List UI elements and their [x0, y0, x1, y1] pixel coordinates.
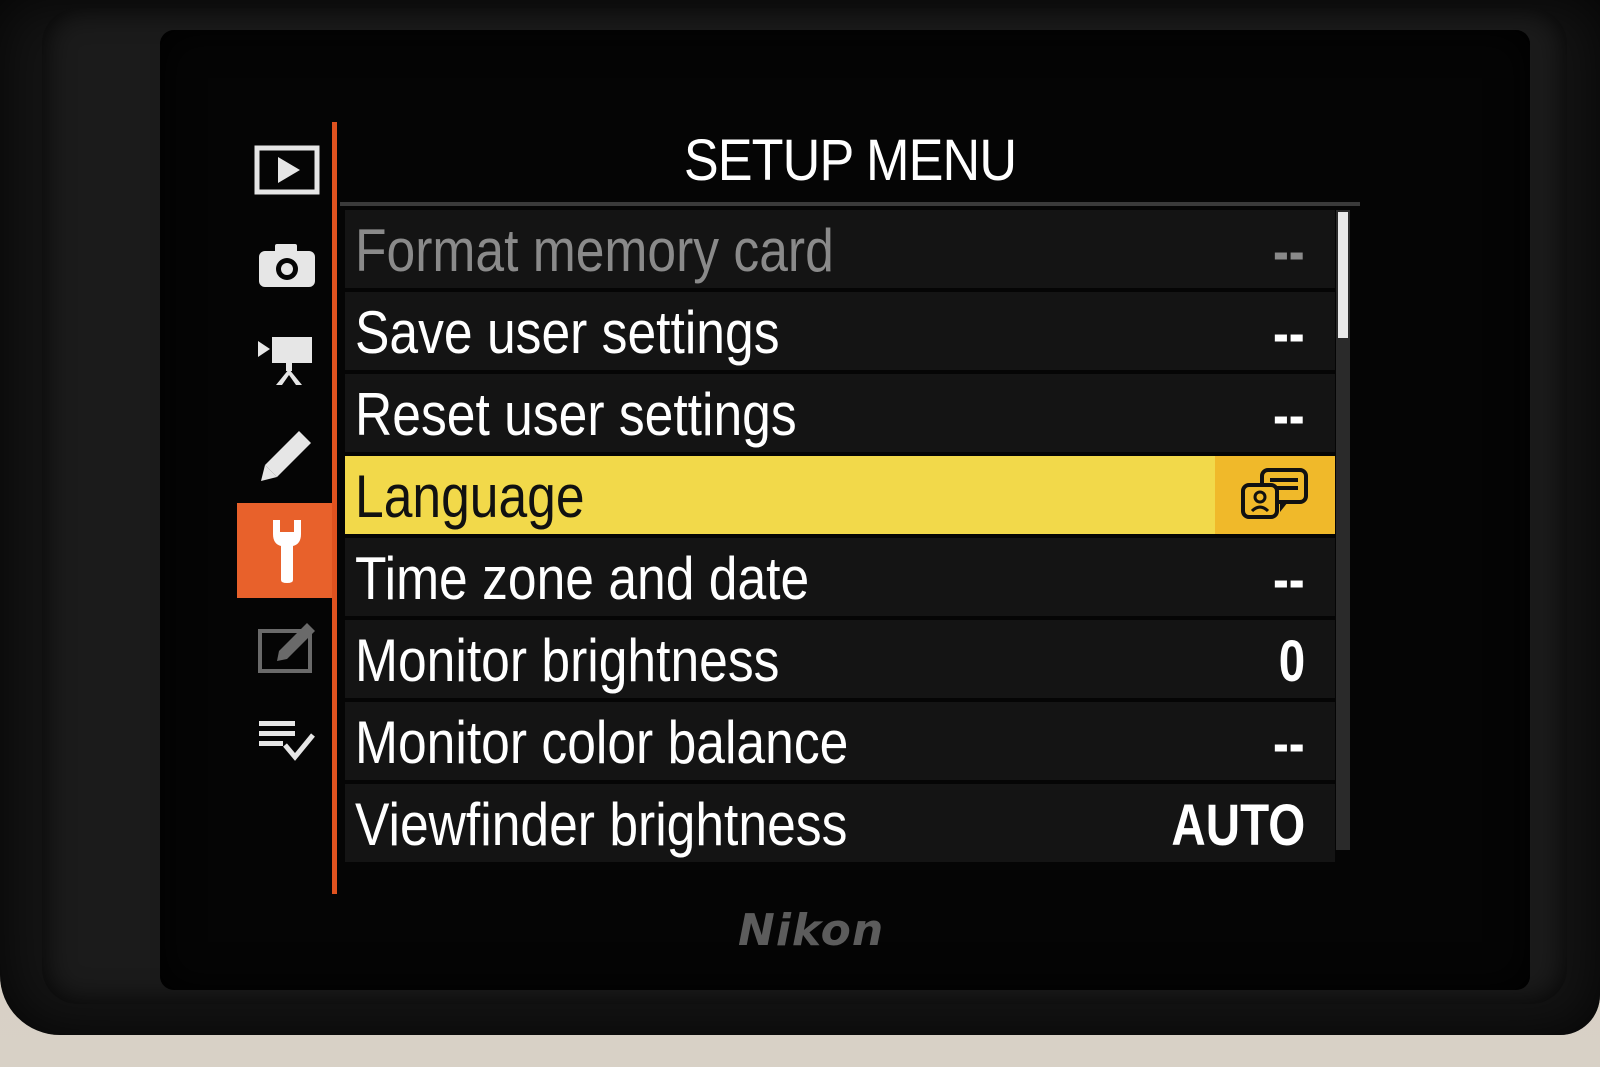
wrench-icon	[273, 519, 301, 583]
menu-tab-column	[237, 125, 337, 895]
tab-retouch[interactable]	[237, 603, 337, 693]
tab-my-menu[interactable]	[237, 695, 337, 785]
movie-icon	[258, 337, 312, 385]
pencil-icon	[261, 431, 311, 481]
my-menu-icon	[259, 721, 315, 761]
menu-item-value	[1215, 456, 1335, 534]
menu-item-label: Time zone and date	[355, 545, 810, 612]
menu-item-value: 0	[1278, 629, 1305, 694]
menu-item-label: Viewfinder brightness	[355, 791, 848, 858]
menu-item-monitor-brightness[interactable]: Monitor brightness 0	[345, 620, 1335, 698]
menu-item-value: --	[1273, 711, 1305, 776]
menu-item-viewfinder-brightness[interactable]: Viewfinder brightness AUTO	[345, 784, 1335, 862]
menu-item-label: Format memory card	[355, 217, 834, 284]
menu-item-value: AUTO	[1171, 793, 1305, 858]
language-icon	[1241, 468, 1308, 519]
playback-icon	[254, 145, 320, 195]
camera-icon	[259, 244, 315, 287]
menu-item-value: --	[1273, 301, 1305, 366]
menu-item-label: Language	[355, 463, 585, 530]
menu-item-time-zone-and-date[interactable]: Time zone and date --	[345, 538, 1335, 616]
scrollbar-thumb[interactable]	[1338, 212, 1348, 338]
tab-setup[interactable]	[237, 503, 337, 598]
menu-title: SETUP MENU	[683, 128, 1017, 193]
tab-custom-settings[interactable]	[237, 410, 337, 500]
tab-movie-shooting[interactable]	[237, 315, 337, 405]
menu-item-value: --	[1273, 547, 1305, 612]
menu-item-format-memory-card[interactable]: Format memory card --	[345, 210, 1335, 288]
menu-item-reset-user-settings[interactable]: Reset user settings --	[345, 374, 1335, 452]
menu-item-label: Monitor color balance	[355, 709, 849, 776]
tab-photo-shooting[interactable]	[237, 220, 337, 310]
tab-playback[interactable]	[237, 125, 337, 215]
menu-item-label: Reset user settings	[355, 381, 797, 448]
menu-item-save-user-settings[interactable]: Save user settings --	[345, 292, 1335, 370]
menu-item-label: Save user settings	[355, 299, 780, 366]
menu-item-value: --	[1273, 383, 1305, 448]
retouch-icon	[258, 623, 315, 673]
menu-item-label: Monitor brightness	[355, 627, 780, 694]
brand-logo: Nikon	[738, 905, 885, 956]
title-divider	[340, 202, 1360, 206]
menu-item-language[interactable]: Language	[345, 456, 1335, 534]
menu-item-value: --	[1273, 219, 1305, 284]
tab-divider	[332, 122, 337, 894]
menu-item-monitor-color-balance[interactable]: Monitor color balance --	[345, 702, 1335, 780]
